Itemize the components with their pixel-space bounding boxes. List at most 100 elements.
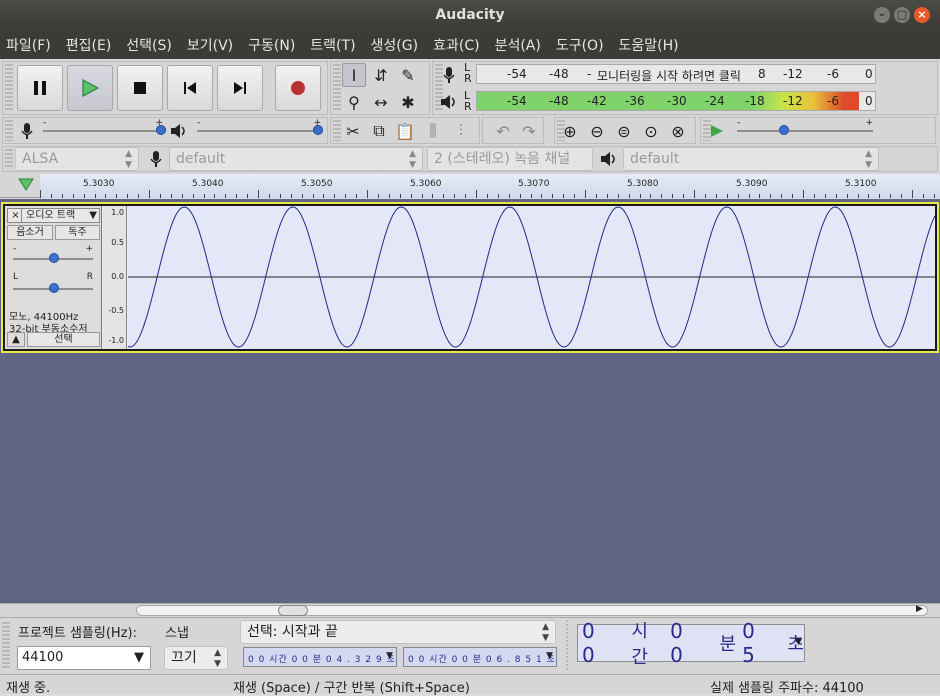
track-select-button[interactable]: 선택 [27, 332, 100, 347]
envelope-tool-icon[interactable]: ⇵ [369, 63, 393, 87]
record-meter[interactable]: -54 -48 - 모니터링을 시작 하려면 클릭 8 -12 -6 0 [476, 64, 876, 84]
fit-project-icon[interactable]: ⊙ [639, 119, 663, 143]
cut-icon[interactable]: ✂ [341, 119, 365, 143]
selection-mode-select[interactable]: 선택: 시작과 끝 ▲ ▼ [240, 620, 556, 644]
toolbar-grip[interactable] [5, 149, 13, 169]
trim-audio-icon[interactable]: ⫼ [421, 119, 445, 143]
play-meter-speaker-icon[interactable] [437, 90, 461, 114]
slider-knob[interactable] [49, 283, 59, 293]
zoom-out-icon[interactable]: ⊖ [585, 119, 609, 143]
selection-end-time[interactable]: 0 0 시간 0 0 분 0 6 . 8 5 1 초 ▼ [403, 647, 557, 667]
zoom-toggle-icon[interactable]: ⊗ [666, 119, 690, 143]
project-rate-label: 프로젝트 샘플링(Hz): [18, 626, 137, 641]
track-pan-slider[interactable]: L R [13, 272, 93, 296]
undo-icon[interactable]: ↶ [491, 119, 515, 143]
ruler-scale[interactable]: 5.3030 5.3040 5.3050 5.3060 5.3070 5.308… [40, 174, 940, 198]
close-icon[interactable]: × [914, 7, 930, 23]
zoom-tool-icon[interactable]: ⚲ [342, 90, 366, 114]
playback-speed-slider[interactable]: - + [737, 118, 873, 138]
play-head-marker-icon[interactable] [18, 178, 34, 196]
ruler-tick [159, 194, 161, 198]
play-at-speed-icon[interactable] [705, 119, 729, 143]
play-button[interactable] [67, 65, 113, 111]
menu-generate[interactable]: 생성(G) [371, 35, 419, 55]
track-menu-icon[interactable]: ▼ [89, 209, 97, 222]
solo-button[interactable]: 독주 [55, 225, 100, 240]
slider-knob[interactable] [313, 125, 323, 135]
draw-tool-icon[interactable]: ✎ [396, 63, 420, 87]
audio-host-select[interactable]: ALSA ▲ ▼ [15, 147, 139, 171]
project-rate-select[interactable]: 44100 ▼ [17, 646, 151, 670]
updown-icon: ▲ ▼ [865, 149, 872, 170]
ruler-tick [443, 194, 445, 198]
toolbar-grip[interactable] [5, 120, 13, 141]
playback-volume-slider[interactable]: - + [197, 118, 323, 138]
slider-knob[interactable] [779, 125, 789, 135]
skip-to-end-button[interactable] [217, 65, 263, 111]
pause-button[interactable] [17, 65, 63, 111]
fit-selection-icon[interactable]: ⊜ [612, 119, 636, 143]
ruler-tick [356, 194, 358, 198]
toolbar-grip[interactable] [5, 64, 13, 112]
toolbar-grip[interactable] [333, 64, 341, 112]
recording-device-select[interactable]: default ▲ ▼ [169, 147, 423, 171]
dropdown-icon: ▼ [386, 651, 394, 661]
record-meter-mic-icon[interactable] [437, 63, 461, 87]
time-shift-tool-icon[interactable]: ↔ [369, 90, 393, 114]
menu-help[interactable]: 도움말(H) [619, 35, 679, 55]
silence-audio-icon[interactable]: ⫶ [449, 119, 473, 143]
menu-tracks[interactable]: 트랙(T) [310, 35, 355, 55]
record-button[interactable] [275, 65, 321, 111]
collapse-track-icon[interactable]: ▲ [7, 332, 25, 347]
copy-icon[interactable]: ⧉ [367, 119, 391, 143]
play-tick: -36 [625, 94, 645, 108]
menu-tools[interactable]: 도구(O) [556, 35, 604, 55]
toolbar-grip[interactable] [2, 622, 10, 670]
record-meter-prompt[interactable]: 모니터링을 시작 하려면 클릭 [597, 67, 741, 84]
track-name-menu[interactable]: × 오디오 트랙 ▼ [7, 208, 100, 223]
track-close-icon[interactable]: × [10, 209, 22, 222]
ruler-tick [585, 190, 586, 198]
selection-start-time[interactable]: 0 0 시간 0 0 분 0 4 . 3 2 9 초 ▼ [243, 647, 397, 667]
slider-knob[interactable] [49, 253, 59, 263]
toolbar-grip[interactable] [566, 620, 568, 672]
slider-knob[interactable] [156, 125, 166, 135]
recording-channels-select[interactable]: 2 (스테레오) 녹음 채널 [427, 147, 593, 171]
audio-position-display[interactable]: 0 0 시간 0 0 분 0 5 초 ▼ [577, 619, 805, 668]
stop-button[interactable] [117, 65, 163, 111]
menu-file[interactable]: 파일(F) [6, 35, 51, 55]
ruler-tick [410, 194, 412, 198]
menu-effect[interactable]: 효과(C) [433, 35, 479, 55]
maximize-icon[interactable]: □ [894, 7, 910, 23]
minimize-icon[interactable]: – [874, 7, 890, 23]
track-area[interactable]: × 오디오 트랙 ▼ 음소거 독주 - + L R 모노, 44100Hz 32… [0, 199, 940, 603]
ruler-tick [519, 194, 521, 198]
play-meter[interactable]: -54 -48 -42 -36 -30 -24 -18 -12 -6 0 [476, 91, 876, 111]
menu-transport[interactable]: 구동(N) [248, 35, 295, 55]
paste-icon[interactable]: 📋 [393, 119, 417, 143]
snap-select[interactable]: 끄기 ▲ ▼ [164, 646, 228, 670]
menu-select[interactable]: 선택(S) [126, 35, 172, 55]
toolbar-grip[interactable] [333, 120, 341, 141]
skip-to-start-button[interactable] [167, 65, 213, 111]
zoom-in-icon[interactable]: ⊕ [558, 119, 582, 143]
mute-button[interactable]: 음소거 [7, 225, 53, 240]
track-gain-slider[interactable]: - + [13, 244, 93, 266]
timeline-ruler[interactable]: 5.3030 5.3040 5.3050 5.3060 5.3070 5.308… [0, 174, 940, 198]
menu-view[interactable]: 보기(V) [187, 35, 233, 55]
amp-label: -1.0 [108, 336, 124, 345]
audio-track[interactable]: × 오디오 트랙 ▼ 음소거 독주 - + L R 모노, 44100Hz 32… [1, 202, 939, 353]
recording-volume-slider[interactable]: - + [43, 118, 166, 138]
scroll-thumb[interactable] [278, 605, 308, 616]
ruler-tick [639, 194, 641, 198]
selection-tool-icon[interactable]: I [342, 63, 366, 87]
horizontal-scrollbar[interactable]: ◀ ▶ [0, 603, 940, 617]
recording-device-mic-icon [144, 147, 168, 171]
playback-device-select[interactable]: default ▲ ▼ [623, 147, 879, 171]
scroll-right-icon[interactable]: ▶ [916, 604, 923, 614]
multi-tool-icon[interactable]: ✱ [396, 90, 420, 114]
menu-edit[interactable]: 편집(E) [66, 35, 112, 55]
waveform-display[interactable] [127, 206, 936, 349]
menu-analyze[interactable]: 분석(A) [495, 35, 541, 55]
redo-icon[interactable]: ↷ [517, 119, 541, 143]
